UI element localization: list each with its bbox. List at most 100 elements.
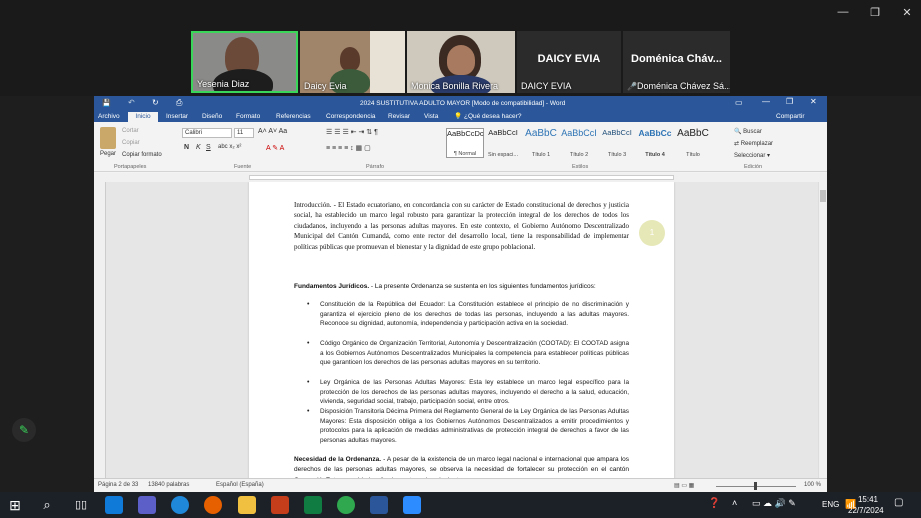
help-icon[interactable]: ❓ xyxy=(708,498,720,509)
edge-icon[interactable] xyxy=(171,496,189,514)
task-view-icon[interactable]: ▯▯ xyxy=(72,496,90,514)
list-buttons[interactable]: ☰ ☰ ☰ ⇤ ⇥ ⇅ ¶ xyxy=(326,128,378,136)
firefox-icon[interactable] xyxy=(204,496,222,514)
tab-revisar[interactable]: Revisar xyxy=(388,112,410,122)
fundamentos-paragraph: Fundamentos Jurídicos. - La presente Ord… xyxy=(294,283,596,290)
group-label: Portapapeles xyxy=(114,164,147,170)
font-size-select[interactable]: 11 xyxy=(234,128,254,138)
muted-mic-icon: 🎤 xyxy=(627,82,637,91)
cut-button[interactable]: Cortar xyxy=(122,128,139,134)
word-minimize-icon[interactable]: — xyxy=(762,97,770,106)
text-color-icons[interactable]: A ✎ A xyxy=(266,144,284,152)
group-label: Edición xyxy=(744,164,763,170)
file-explorer-icon[interactable] xyxy=(238,496,256,514)
excel-icon[interactable] xyxy=(304,496,322,514)
format-painter-button[interactable]: Copiar formato xyxy=(122,152,162,158)
word-count[interactable]: 13840 palabras xyxy=(148,482,189,488)
store-icon[interactable] xyxy=(105,496,123,514)
close-icon[interactable]: ✕ xyxy=(892,6,921,19)
style-normal[interactable]: AaBbCcDc ¶ Normal xyxy=(446,128,484,158)
font-name-select[interactable]: Calibri xyxy=(182,128,232,138)
font-grow-icon[interactable]: A˄ A˅ Aa xyxy=(258,128,287,135)
participant-name: Daicy Evia xyxy=(304,81,347,91)
chevron-up-icon[interactable]: ˄ xyxy=(732,498,737,508)
zoom-thumb[interactable] xyxy=(754,482,757,490)
ribbon: Pegar Cortar Copiar Copiar formato Porta… xyxy=(94,122,827,172)
share-button[interactable]: Compartir xyxy=(776,112,805,122)
tab-archivo[interactable]: Archivo xyxy=(98,112,120,122)
input-language[interactable]: ENG xyxy=(822,500,839,509)
redo-icon[interactable]: ↻ xyxy=(152,98,159,107)
undo-icon[interactable]: ↶ xyxy=(128,98,135,107)
tab-diseno[interactable]: Diseño xyxy=(202,112,222,122)
tab-vista[interactable]: Vista xyxy=(424,112,438,122)
clock-time[interactable]: 15:41 xyxy=(855,495,881,504)
document-page[interactable]: Introducción. - El Estado ecuatoriano, e… xyxy=(249,182,674,478)
video-tile[interactable]: Yesenia Diaz xyxy=(191,31,298,93)
bold-button[interactable]: N xyxy=(184,144,189,151)
zoom-level[interactable]: 100 % xyxy=(804,482,821,488)
style-titulo-2[interactable]: AaBbCcI Título 2 xyxy=(560,128,598,158)
word-restore-icon[interactable]: ❐ xyxy=(786,97,793,106)
paste-button[interactable]: Pegar xyxy=(100,151,116,157)
view-mode-icons[interactable]: ▤ ▭ ▦ xyxy=(674,482,694,489)
tab-inicio[interactable]: Inicio xyxy=(128,112,158,122)
italic-button[interactable]: K xyxy=(196,144,201,151)
vertical-scrollbar[interactable] xyxy=(818,182,827,478)
status-bar: Página 2 de 33 13840 palabras Español (E… xyxy=(94,478,827,492)
window-title: 2024 SUSTITUTIVA ADULTO MAYOR [Modo de c… xyxy=(360,100,566,107)
minimize-icon[interactable]: — xyxy=(828,6,858,18)
ribbon-options-icon[interactable]: ▭ xyxy=(735,98,743,107)
ribbon-tabs: Archivo Inicio Insertar Diseño Formato R… xyxy=(94,112,827,122)
teams-icon[interactable] xyxy=(138,496,156,514)
tell-me-box[interactable]: ¿Qué desea hacer? xyxy=(464,112,521,122)
copy-button[interactable]: Copiar xyxy=(122,140,140,146)
search-icon[interactable]: ⌕ xyxy=(38,496,56,514)
video-tile[interactable]: Daicy Evia xyxy=(300,31,405,93)
style-titulo-3[interactable]: AaBbCcI Título 3 xyxy=(598,128,636,158)
language-status[interactable]: Español (España) xyxy=(216,482,264,488)
style-sin-espaciado[interactable]: AaBbCcI Sin espaci... xyxy=(484,128,522,158)
document-area: Introducción. - El Estado ecuatoriano, e… xyxy=(94,182,827,478)
tab-insertar[interactable]: Insertar xyxy=(166,112,188,122)
replace-button[interactable]: ⇄ Reemplazar xyxy=(734,140,773,147)
restore-icon[interactable]: ❐ xyxy=(860,6,890,19)
page-count[interactable]: Página 2 de 33 xyxy=(98,482,138,488)
annotate-pen-icon[interactable]: ✎ xyxy=(12,418,36,442)
align-buttons[interactable]: ≡ ≡ ≡ ≡ ↕ ▦ ▢ xyxy=(326,144,371,152)
strike-sub-sup-icons[interactable]: abc x₂ x² xyxy=(218,144,241,150)
windows-start-icon[interactable]: ⊞ xyxy=(6,496,24,514)
notifications-icon[interactable]: ▢ xyxy=(894,497,903,508)
participant-name: Monica Bonilla Rivera xyxy=(411,81,499,91)
print-preview-icon[interactable]: ⎙ xyxy=(176,98,182,108)
tab-formato[interactable]: Formato xyxy=(236,112,260,122)
style-titulo[interactable]: AaBbC Título xyxy=(674,128,712,158)
list-item: • Constitución de la República del Ecuado… xyxy=(307,301,629,328)
video-tile[interactable]: Doménica Cháv... Doménica Chávez Sá... 🎤 xyxy=(623,31,730,93)
vertical-ruler[interactable] xyxy=(94,182,106,478)
video-tile[interactable]: Monica Bonilla Rivera xyxy=(407,31,515,93)
horizontal-ruler[interactable] xyxy=(94,173,827,182)
search-button[interactable]: 🔍 Buscar xyxy=(734,128,762,135)
word-close-icon[interactable]: ✕ xyxy=(810,97,817,106)
participant-name: Doménica Chávez Sá... xyxy=(637,81,730,91)
chrome-icon[interactable] xyxy=(337,496,355,514)
tab-correspondencia[interactable]: Correspondencia xyxy=(326,112,376,122)
save-icon[interactable]: 💾 xyxy=(102,99,111,107)
tab-referencias[interactable]: Referencias xyxy=(276,112,311,122)
powerpoint-icon[interactable] xyxy=(271,496,289,514)
clipboard-icon[interactable] xyxy=(100,127,116,149)
group-label: Estilos xyxy=(572,164,589,170)
group-label: Fuente xyxy=(234,164,252,170)
style-titulo-4[interactable]: AaBbCc Título 4 xyxy=(636,128,674,158)
cursor-highlight: 1 xyxy=(639,220,665,246)
video-tile[interactable]: DAICY EVIA DAICY EVIA xyxy=(517,31,621,93)
system-tray-icons[interactable]: ▭ ☁ 🔊 ✎ xyxy=(752,498,796,509)
zoom-taskbar-icon[interactable] xyxy=(403,496,421,514)
clock-date[interactable]: 22/7/2024 xyxy=(848,506,884,515)
participant-name-large: Doménica Cháv... xyxy=(631,53,722,65)
style-titulo-1[interactable]: AaBbC Título 1 xyxy=(522,128,560,158)
underline-button[interactable]: S xyxy=(206,144,211,151)
word-taskbar-icon[interactable] xyxy=(370,496,388,514)
select-button[interactable]: Seleccionar ▾ xyxy=(734,152,770,159)
